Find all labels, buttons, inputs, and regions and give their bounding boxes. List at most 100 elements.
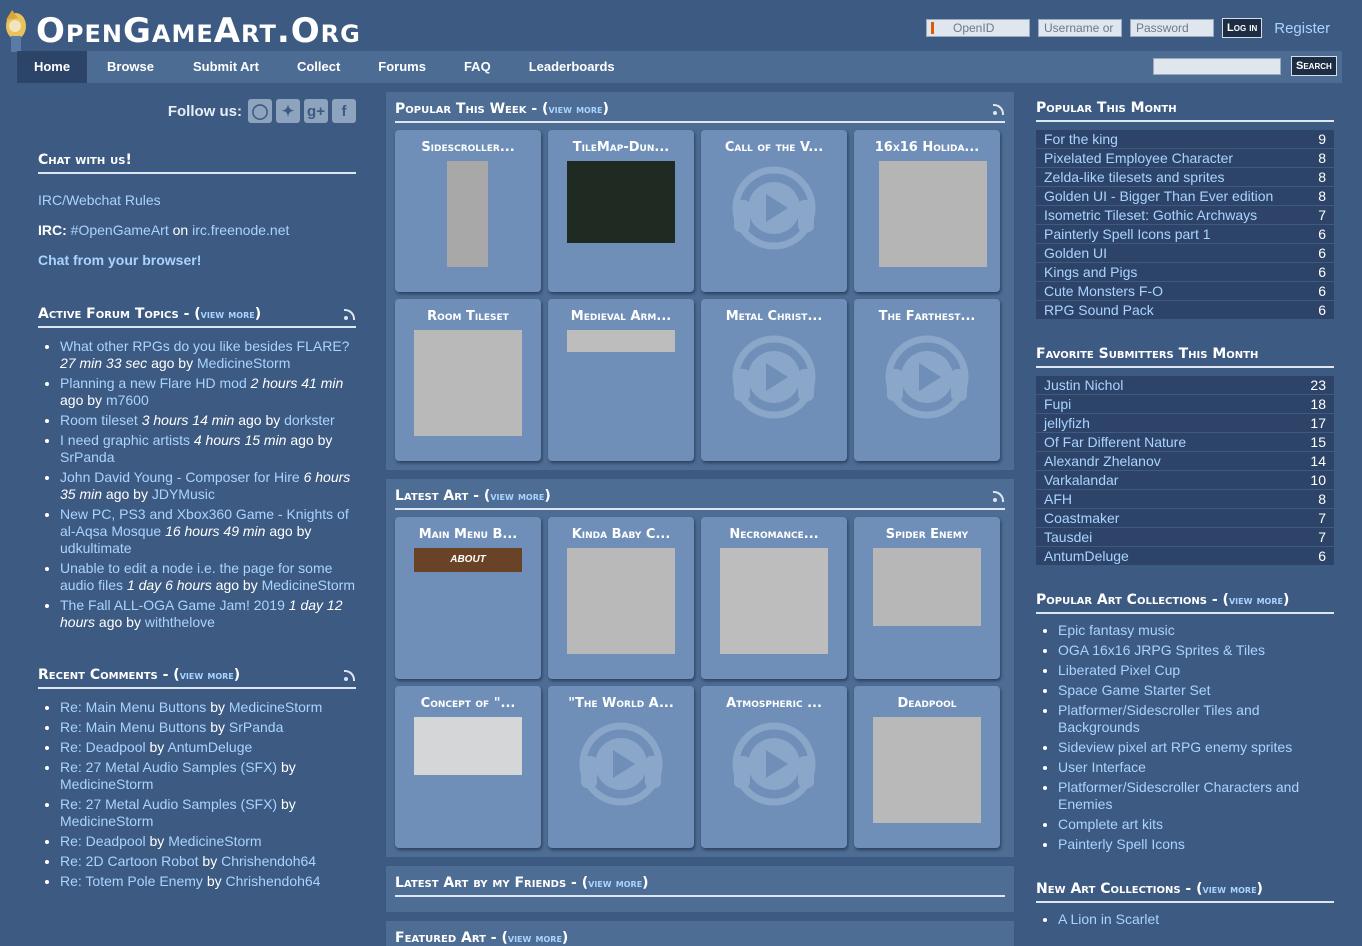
comment-link[interactable]: Re: Main Menu Buttons bbox=[60, 699, 206, 715]
submitter-row-name[interactable]: AFH bbox=[1044, 491, 1072, 507]
submitter-row-name[interactable]: Of Far Different Nature bbox=[1044, 434, 1186, 450]
rss-icon[interactable] bbox=[344, 669, 356, 681]
nav-browse[interactable]: Browse bbox=[107, 51, 154, 83]
submitter-row-name[interactable]: Coastmaker bbox=[1044, 510, 1119, 526]
forum-topic-user[interactable]: udkultimate bbox=[60, 540, 132, 556]
collection-item-link[interactable]: OGA 16x16 JRPG Sprites & Tiles bbox=[1058, 642, 1265, 658]
forum-topic-link[interactable]: The Fall ALL-OGA Game Jam! 2019 bbox=[60, 597, 285, 613]
search-button[interactable]: Search bbox=[1291, 56, 1337, 76]
forum-topic-link[interactable]: John David Young - Composer for Hire bbox=[60, 469, 300, 485]
register-link[interactable]: Register bbox=[1274, 20, 1330, 37]
comment-user[interactable]: MedicineStorm bbox=[60, 813, 153, 829]
art-tile-title[interactable]: Main Menu B... bbox=[395, 527, 541, 542]
art-tile-title[interactable]: Spider Enemy bbox=[854, 527, 1000, 542]
forum-topic-user[interactable]: MedicineStorm bbox=[197, 355, 290, 371]
username-field[interactable]: Username or bbox=[1038, 19, 1122, 37]
forum-topic-user[interactable]: withthelove bbox=[145, 614, 215, 630]
nav-submit-art[interactable]: Submit Art bbox=[193, 51, 259, 83]
comment-user[interactable]: Chrishendoh64 bbox=[221, 853, 316, 869]
search-input[interactable] bbox=[1153, 58, 1281, 75]
art-thumbnail[interactable] bbox=[873, 717, 981, 823]
art-tile[interactable]: Medieval Arm... bbox=[548, 299, 694, 461]
popular-month-row-name[interactable]: Zelda-like tilesets and sprites bbox=[1044, 169, 1225, 185]
irc-channel-link[interactable]: #OpenGameArt bbox=[71, 222, 169, 238]
art-tile-title[interactable]: Medieval Arm... bbox=[548, 309, 694, 324]
popular-week-view-more[interactable]: view more bbox=[548, 102, 602, 116]
collection-item-link[interactable]: Painterly Spell Icons bbox=[1058, 836, 1185, 852]
art-tile-title[interactable]: Deadpool bbox=[854, 696, 1000, 711]
art-tile[interactable]: Main Menu B... ABOUT bbox=[395, 517, 541, 679]
art-tile[interactable]: Atmospheric ... bbox=[701, 686, 847, 848]
collection-item-link[interactable]: Liberated Pixel Cup bbox=[1058, 662, 1180, 678]
forum-topic-user[interactable]: SrPanda bbox=[60, 449, 114, 465]
forum-topic-user[interactable]: m7600 bbox=[106, 392, 149, 408]
forum-view-more[interactable]: view more bbox=[201, 307, 255, 321]
comment-user[interactable]: AntumDeluge bbox=[167, 739, 252, 755]
forum-topic-user[interactable]: JDYMusic bbox=[152, 486, 215, 502]
twitter-icon[interactable]: ✦ bbox=[276, 99, 300, 123]
art-tile[interactable]: Spider Enemy bbox=[854, 517, 1000, 679]
art-thumbnail[interactable] bbox=[567, 161, 675, 243]
submitter-row-name[interactable]: Tausdei bbox=[1044, 529, 1092, 545]
comment-user[interactable]: SrPanda bbox=[229, 719, 283, 735]
nav-faq[interactable]: FAQ bbox=[464, 51, 491, 83]
search-icon[interactable]: ◯ bbox=[248, 99, 272, 123]
art-tile-title[interactable]: Concept of "... bbox=[395, 696, 541, 711]
art-tile-title[interactable]: "The World A... bbox=[548, 696, 694, 711]
art-tile[interactable]: Call of the V... bbox=[701, 130, 847, 292]
new-collection-item-link[interactable]: A Lion in Scarlet bbox=[1058, 911, 1159, 927]
popular-month-row-name[interactable]: For the king bbox=[1044, 131, 1118, 147]
submitter-row-name[interactable]: Fupi bbox=[1044, 396, 1071, 412]
submitter-row-name[interactable]: Justin Nichol bbox=[1044, 377, 1123, 393]
google-plus-icon[interactable]: g+ bbox=[304, 99, 328, 123]
comment-user[interactable]: Chrishendoh64 bbox=[226, 873, 321, 889]
comment-user[interactable]: MedicineStorm bbox=[229, 699, 322, 715]
friends-view-more[interactable]: view more bbox=[588, 876, 642, 890]
art-tile[interactable]: Sidescroller... bbox=[395, 130, 541, 292]
art-thumbnail[interactable] bbox=[879, 161, 987, 267]
facebook-icon[interactable]: f bbox=[332, 99, 356, 123]
rss-icon[interactable] bbox=[993, 490, 1005, 502]
comment-link[interactable]: Re: Deadpool bbox=[60, 739, 146, 755]
popular-month-row-name[interactable]: Golden UI - Bigger Than Ever edition bbox=[1044, 188, 1273, 204]
collection-item-link[interactable]: Space Game Starter Set bbox=[1058, 682, 1211, 698]
rss-icon[interactable] bbox=[344, 308, 356, 320]
featured-view-more[interactable]: view more bbox=[508, 931, 562, 945]
art-tile-title[interactable]: Atmospheric ... bbox=[701, 696, 847, 711]
art-tile-title[interactable]: Necromance... bbox=[701, 527, 847, 542]
forum-topic-user[interactable]: dorkster bbox=[284, 412, 335, 428]
art-thumbnail[interactable] bbox=[567, 548, 675, 654]
collection-item-link[interactable]: Platformer/Sidescroller Tiles and Backgr… bbox=[1058, 702, 1260, 735]
art-tile-title[interactable]: Room Tileset bbox=[395, 309, 541, 324]
art-thumbnail[interactable] bbox=[447, 161, 488, 267]
forum-topic-link[interactable]: What other RPGs do you like besides FLAR… bbox=[60, 338, 349, 354]
popular-month-row-name[interactable]: Isometric Tileset: Gothic Archways bbox=[1044, 207, 1257, 223]
popular-month-row-name[interactable]: Golden UI bbox=[1044, 245, 1107, 261]
art-thumbnail[interactable]: ABOUT bbox=[414, 548, 522, 572]
comment-user[interactable]: MedicineStorm bbox=[60, 776, 153, 792]
collection-item-link[interactable]: User Interface bbox=[1058, 759, 1146, 775]
art-thumbnail[interactable] bbox=[567, 330, 675, 352]
comment-link[interactable]: Re: 27 Metal Audio Samples (SFX) bbox=[60, 796, 277, 812]
site-logo[interactable]: OpenGameArt.Org bbox=[2, 6, 361, 56]
rss-icon[interactable] bbox=[993, 103, 1005, 115]
forum-topic-link[interactable]: Planning a new Flare HD mod bbox=[60, 375, 247, 391]
submitter-row-name[interactable]: Alexandr Zhelanov bbox=[1044, 453, 1161, 469]
nav-leaderboards[interactable]: Leaderboards bbox=[529, 51, 615, 83]
irc-rules-link[interactable]: IRC/Webchat Rules bbox=[38, 192, 161, 208]
art-thumbnail[interactable] bbox=[414, 330, 522, 436]
forum-topic-user[interactable]: MedicineStorm bbox=[262, 577, 355, 593]
art-tile-title[interactable]: Kinda Baby C... bbox=[548, 527, 694, 542]
art-tile-title[interactable]: Metal Christ... bbox=[701, 309, 847, 324]
comment-link[interactable]: Re: Main Menu Buttons bbox=[60, 719, 206, 735]
art-tile[interactable]: TileMap-Dun... bbox=[548, 130, 694, 292]
comment-link[interactable]: Re: Totem Pole Enemy bbox=[60, 873, 203, 889]
irc-server-link[interactable]: irc.freenode.net bbox=[192, 222, 289, 238]
nav-home[interactable]: Home bbox=[17, 51, 87, 83]
comment-link[interactable]: Re: 2D Cartoon Robot bbox=[60, 853, 199, 869]
art-thumbnail[interactable] bbox=[720, 548, 828, 654]
art-tile-title[interactable]: Sidescroller... bbox=[395, 140, 541, 155]
login-button[interactable]: Log in bbox=[1222, 18, 1263, 38]
collection-item-link[interactable]: Sideview pixel art RPG enemy sprites bbox=[1058, 739, 1292, 755]
submitter-row-name[interactable]: Varkalandar bbox=[1044, 472, 1118, 488]
